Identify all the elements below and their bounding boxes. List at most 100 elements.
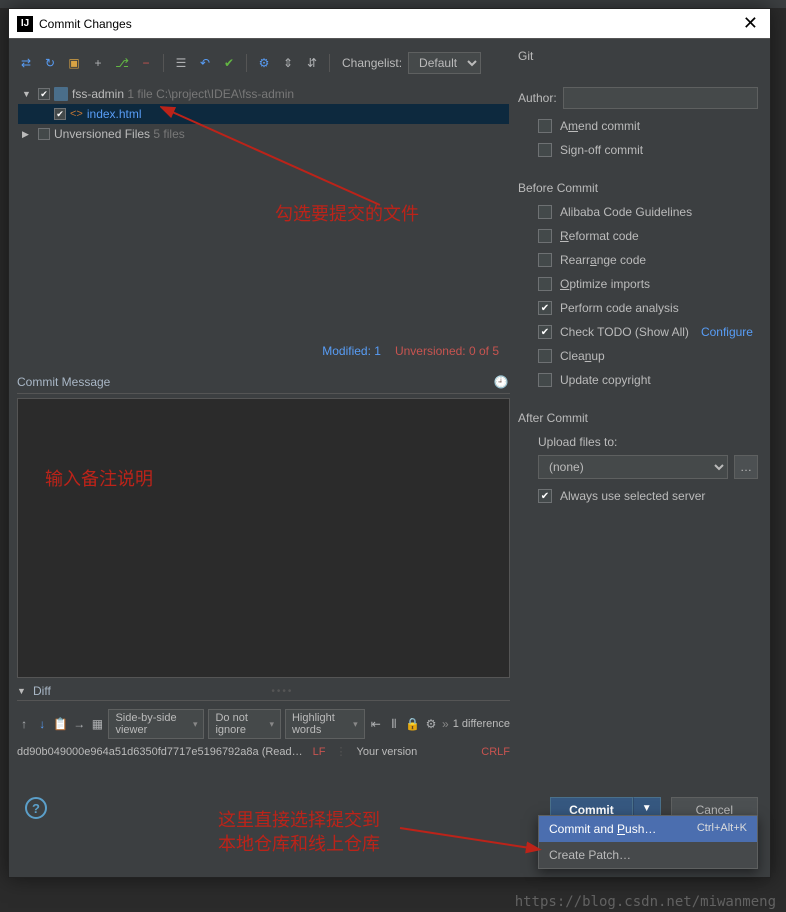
todo-checkbox[interactable] <box>538 325 552 339</box>
refresh-icon[interactable]: ↻ <box>41 54 59 72</box>
author-label: Author: <box>518 91 557 105</box>
app-icon: IJ <box>17 16 33 32</box>
resize-grip[interactable]: •••• <box>55 686 510 697</box>
commit-message-input[interactable] <box>17 398 510 678</box>
title-bar: IJ Commit Changes ✕ <box>9 9 770 39</box>
revision-right: Your version <box>357 746 418 758</box>
copy-icon[interactable]: 📋 <box>53 715 68 733</box>
unversioned-checkbox[interactable] <box>38 128 50 140</box>
upload-select[interactable]: (none) <box>538 455 728 479</box>
chevron-down-icon[interactable]: ▼ <box>22 89 34 99</box>
gear-icon[interactable]: ⚙ <box>255 54 273 72</box>
line-ending-left: LF <box>313 746 326 758</box>
configure-link[interactable]: Configure <box>701 325 753 339</box>
expand-icon[interactable]: ⇕ <box>279 54 297 72</box>
folder-icon <box>54 87 68 101</box>
optimize-checkbox[interactable] <box>538 277 552 291</box>
reformat-label: Reformat code <box>560 229 639 243</box>
always-checkbox[interactable] <box>538 489 552 503</box>
chevron-down-icon[interactable]: ▼ <box>17 686 29 696</box>
after-section-title: After Commit <box>518 411 758 425</box>
optimize-label: Optimize imports <box>560 277 650 291</box>
amend-checkbox[interactable] <box>538 119 552 133</box>
copyright-checkbox[interactable] <box>538 373 552 387</box>
prev-diff-icon[interactable]: ↑ <box>17 715 31 733</box>
jump-icon[interactable]: → <box>72 715 86 733</box>
editor-icon[interactable]: ▦ <box>90 715 104 733</box>
rearrange-checkbox[interactable] <box>538 253 552 267</box>
todo-label: Check TODO (Show All) <box>560 325 689 339</box>
close-icon[interactable]: ✕ <box>739 13 762 34</box>
file-checkbox[interactable] <box>54 108 66 120</box>
collapse-icon[interactable]: ⇵ <box>303 54 321 72</box>
alibaba-label: Alibaba Code Guidelines <box>560 205 692 219</box>
always-label: Always use selected server <box>560 489 705 503</box>
show-diff-icon[interactable]: ⇄ <box>17 54 35 72</box>
branch-icon[interactable]: ⎇ <box>113 54 131 72</box>
watermark: https://blog.csdn.net/miwanmeng <box>515 894 776 910</box>
unversioned-count: Unversioned: 0 of 5 <box>395 344 499 358</box>
amend-label: Amend commit <box>560 119 640 133</box>
next-diff-icon[interactable]: ↓ <box>35 715 49 733</box>
changelist-label: Changelist: <box>342 56 402 70</box>
modified-count: Modified: 1 <box>322 344 381 358</box>
commit-toolbar: ⇄ ↻ ▣ + ⎇ − ☰ ↶ ✔ ⚙ ⇕ ⇵ Changelist: Defa… <box>17 49 510 77</box>
diff-toolbar: ↑ ↓ 📋 → ▦ Side-by-side viewer Do not ign… <box>17 709 510 739</box>
separator <box>246 54 247 72</box>
copyright-label: Update copyright <box>560 373 651 387</box>
commit-dropdown-menu: Commit and Push… Ctrl+Alt+K Create Patch… <box>538 815 758 869</box>
commit-and-push-item[interactable]: Commit and Push… Ctrl+Alt+K <box>539 816 757 842</box>
cleanup-checkbox[interactable] <box>538 349 552 363</box>
signoff-checkbox[interactable] <box>538 143 552 157</box>
tree-unversioned-row[interactable]: ▶ Unversioned Files 5 files <box>18 124 509 144</box>
viewer-select[interactable]: Side-by-side viewer <box>108 709 204 739</box>
help-button[interactable]: ? <box>25 797 47 819</box>
file-status: Modified: 1 Unversioned: 0 of 5 <box>322 344 499 358</box>
perform-label: Perform code analysis <box>560 301 679 315</box>
chevron-right-icon[interactable]: ▶ <box>22 129 34 140</box>
gear-icon[interactable]: ⚙ <box>424 715 438 733</box>
separator <box>329 54 330 72</box>
changelist-icon[interactable]: ▣ <box>65 54 83 72</box>
upload-label: Upload files to: <box>538 435 758 449</box>
revision-row: dd90b049000e964a51d6350fd7717e5196792a8a… <box>17 745 510 758</box>
separator <box>163 54 164 72</box>
line-ending-right: CRLF <box>481 746 510 758</box>
diff-label: Diff <box>33 684 51 698</box>
collapse-diff-icon[interactable]: ⇤ <box>369 715 383 733</box>
create-patch-item[interactable]: Create Patch… <box>539 842 757 868</box>
git-section-title: Git <box>518 49 758 63</box>
lock-icon[interactable]: 🔒 <box>405 715 420 733</box>
apply-icon[interactable]: ✔ <box>220 54 238 72</box>
root-label: fss-admin 1 file C:\project\IDEA\fss-adm… <box>72 87 294 101</box>
alibaba-checkbox[interactable] <box>538 205 552 219</box>
highlight-select[interactable]: Highlight words <box>285 709 365 739</box>
tree-root-row[interactable]: ▼ fss-admin 1 file C:\project\IDEA\fss-a… <box>18 84 509 104</box>
commit-dialog: IJ Commit Changes ✕ ⇄ ↻ ▣ + ⎇ − ☰ ↶ ✔ ⚙ … <box>8 8 771 878</box>
reformat-checkbox[interactable] <box>538 229 552 243</box>
root-checkbox[interactable] <box>38 88 50 100</box>
before-section-title: Before Commit <box>518 181 758 195</box>
unversioned-label: Unversioned Files 5 files <box>54 127 185 141</box>
browse-button[interactable]: … <box>734 455 758 479</box>
commit-message-label: Commit Message <box>17 375 110 389</box>
group-icon[interactable]: ☰ <box>172 54 190 72</box>
shortcut-label: Ctrl+Alt+K <box>697 822 747 836</box>
cleanup-label: Cleanup <box>560 349 605 363</box>
add-icon[interactable]: + <box>89 54 107 72</box>
file-tree[interactable]: ▼ fss-admin 1 file C:\project\IDEA\fss-a… <box>17 83 510 363</box>
diff-count: 1 difference <box>453 718 510 730</box>
remove-icon[interactable]: − <box>137 54 155 72</box>
tree-file-row[interactable]: <> index.html <box>18 104 509 124</box>
sync-scroll-icon[interactable]: ⫴ <box>387 715 401 733</box>
perform-checkbox[interactable] <box>538 301 552 315</box>
ignore-select[interactable]: Do not ignore <box>208 709 281 739</box>
file-label: index.html <box>87 107 142 121</box>
dialog-title: Commit Changes <box>39 17 739 31</box>
rollback-icon[interactable]: ↶ <box>196 54 214 72</box>
author-input[interactable] <box>563 87 758 109</box>
history-icon[interactable]: 🕘 <box>492 373 510 391</box>
rearrange-label: Rearrange code <box>560 253 646 267</box>
changelist-select[interactable]: Default <box>408 52 481 74</box>
revision-left: dd90b049000e964a51d6350fd7717e5196792a8a… <box>17 746 303 758</box>
